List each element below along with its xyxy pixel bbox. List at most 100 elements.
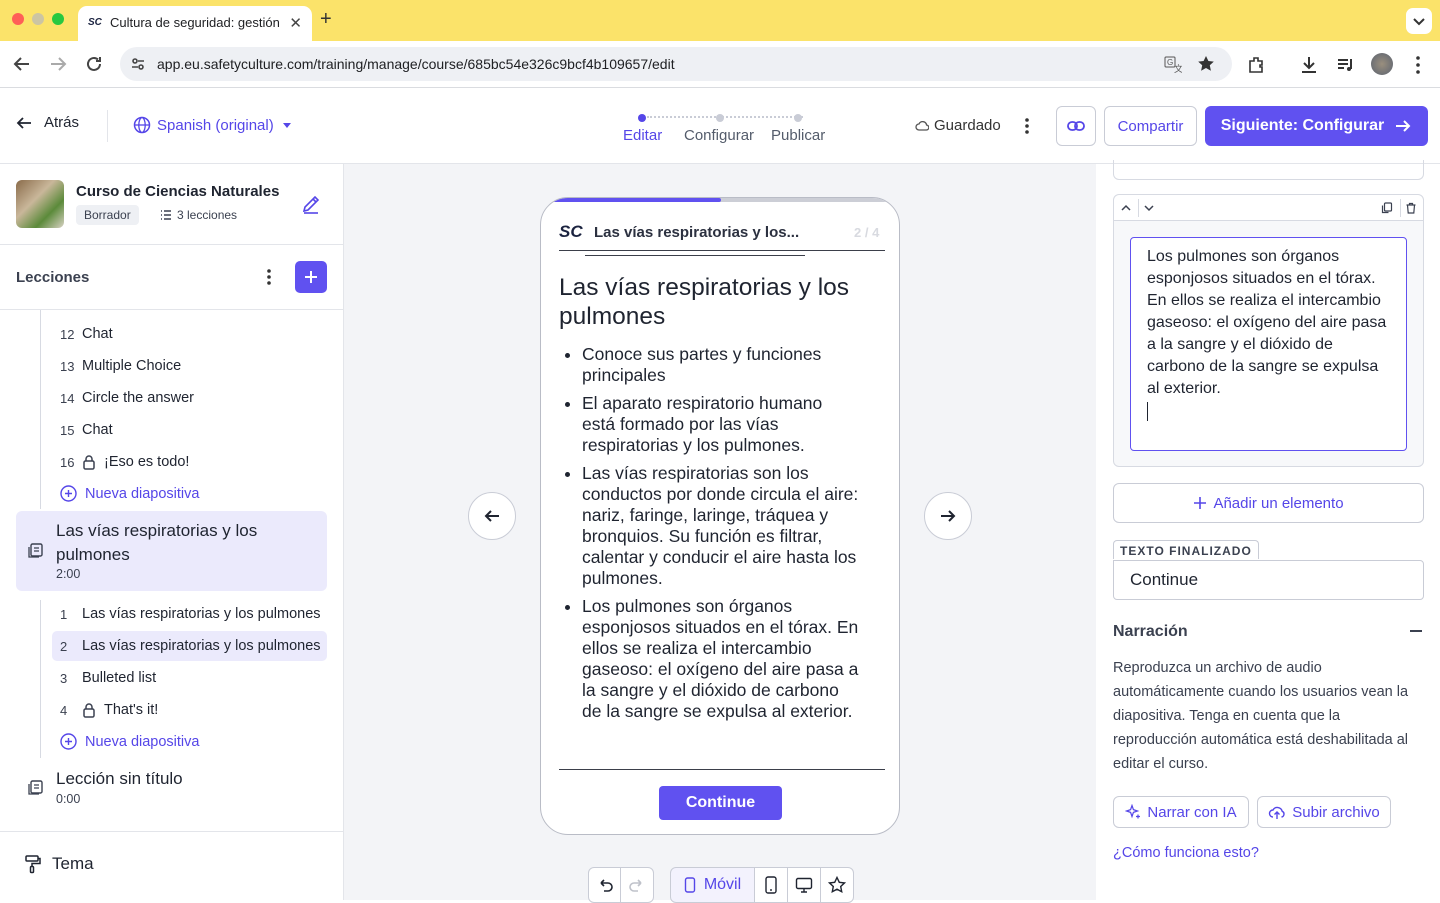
slide-item[interactable]: 15 Chat [52, 415, 327, 445]
link-icon [1067, 121, 1085, 131]
caret-down-icon [282, 123, 291, 128]
slide-label: That's it! [104, 702, 159, 718]
favorite-button[interactable] [820, 867, 854, 903]
bookmark-star-icon[interactable] [1197, 55, 1215, 73]
favicon-icon: SC [88, 17, 102, 28]
list-icon [161, 210, 171, 220]
plus-icon [305, 271, 317, 283]
editor-content: Los pulmones son órganos esponjosos situ… [1147, 248, 1387, 397]
lock-icon [83, 703, 95, 718]
slide-item[interactable]: 16 ¡Eso es todo! [52, 447, 327, 477]
slide-item[interactable]: 4 That's it! [52, 695, 327, 725]
tree-line [40, 310, 41, 509]
narrate-ai-button[interactable]: Narrar con IA [1113, 796, 1249, 828]
undo-button[interactable] [588, 867, 621, 903]
edit-pencil-icon[interactable] [300, 193, 322, 215]
extensions-icon[interactable] [1246, 54, 1268, 76]
trash-icon [1406, 202, 1415, 214]
add-element-button[interactable]: Añadir un elemento [1113, 483, 1424, 523]
text-editor[interactable]: Los pulmones son órganos esponjosos situ… [1130, 237, 1407, 451]
new-slide-button[interactable]: Nueva diapositiva [60, 733, 199, 750]
move-down-button[interactable] [1138, 199, 1158, 217]
narration-description: Reproduzca un archivo de audio automátic… [1113, 660, 1409, 772]
arrow-left-icon [16, 116, 31, 129]
continue-button[interactable]: Continue [659, 786, 782, 820]
media-control-icon[interactable] [1335, 54, 1357, 76]
back-arrow-icon[interactable] [11, 53, 33, 75]
theme-button[interactable]: Tema [24, 854, 94, 874]
delete-button[interactable] [1400, 199, 1420, 217]
profile-avatar-icon[interactable] [1371, 53, 1393, 75]
browser-tab[interactable]: SC Cultura de seguridad: gestión ✕ [78, 6, 312, 41]
how-it-works-link[interactable]: ¿Cómo funciona esto? [1113, 845, 1259, 861]
add-element-label: Añadir un elemento [1213, 494, 1344, 512]
slide-label: Bulleted list [82, 670, 157, 686]
address-bar[interactable]: app.eu.safetyculture.com/training/manage… [120, 47, 1232, 81]
slide-item[interactable]: 3 Bulleted list [52, 663, 327, 693]
stepper-line [647, 116, 803, 118]
step-configurar[interactable]: Configurar [684, 127, 754, 144]
lesson-item-current[interactable]: Las vías respiratorias y los pulmones 2:… [16, 511, 327, 591]
tab-search-button[interactable] [1406, 8, 1432, 34]
language-selector[interactable]: Spanish (original) [133, 116, 294, 134]
tab-close-icon[interactable]: ✕ [289, 14, 302, 32]
bullet-item: El aparato respiratorio humano está form… [582, 393, 859, 456]
preview-header-title: Las vías respiratorias y los... [594, 224, 800, 241]
slide-item[interactable]: 13 Multiple Choice [52, 351, 327, 381]
device-desktop-button[interactable] [787, 867, 821, 903]
new-slide-button[interactable]: Nueva diapositiva [60, 485, 199, 502]
course-title: Curso de Ciencias Naturales [76, 183, 280, 200]
properties-panel: Los pulmones son órganos esponjosos situ… [1097, 160, 1440, 900]
preview-canvas: SC Las vías respiratorias y los... 2 / 4… [344, 164, 1096, 903]
redo-button[interactable] [620, 867, 654, 903]
step-publicar[interactable]: Publicar [771, 127, 825, 144]
previous-slide-button[interactable] [468, 492, 516, 540]
previous-element-card [1113, 160, 1424, 180]
arrow-left-icon [484, 510, 499, 522]
new-slide-label: Nueva diapositiva [85, 485, 200, 502]
bullet-list: Conoce sus partes y funciones principale… [559, 344, 859, 729]
editor-header: Atrás Spanish (original) Editar Configur… [0, 88, 1440, 164]
share-button[interactable]: Compartir [1104, 106, 1197, 146]
more-options-icon[interactable] [1017, 116, 1037, 136]
window-maximize-dot[interactable] [52, 13, 64, 25]
window-close-dot[interactable] [12, 13, 24, 25]
copy-link-button[interactable] [1056, 106, 1096, 146]
back-button[interactable]: Atrás [16, 114, 79, 131]
next-configure-button[interactable]: Siguiente: Configurar [1205, 106, 1428, 146]
upload-file-button[interactable]: Subir archivo [1257, 796, 1391, 828]
sidebar-divider [0, 244, 343, 245]
slide-label: ¡Eso es todo! [104, 454, 190, 470]
slide-item[interactable]: 12 Chat [52, 319, 327, 349]
new-tab-icon[interactable]: + [320, 8, 332, 31]
slide-label: Las vías respiratorias y los pulmones [82, 638, 321, 654]
lesson-item-untitled[interactable]: Lección sin título 0:00 [16, 765, 327, 811]
tab-title: Cultura de seguridad: gestión [110, 15, 280, 30]
reload-icon[interactable] [83, 53, 105, 75]
collapse-minus-icon[interactable] [1410, 630, 1422, 632]
slide-item[interactable]: 1 Las vías respiratorias y los pulmones [52, 599, 327, 629]
window-minimize-dot[interactable] [32, 13, 44, 25]
add-lesson-button[interactable] [295, 261, 327, 293]
next-slide-button[interactable] [924, 492, 972, 540]
forward-arrow-icon[interactable] [47, 53, 69, 75]
download-icon[interactable] [1298, 54, 1320, 76]
duplicate-button[interactable] [1377, 199, 1397, 217]
device-mobile-button[interactable]: Móvil [670, 867, 755, 903]
lessons-more-icon[interactable] [262, 267, 276, 287]
slide-item[interactable]: 14 Circle the answer [52, 383, 327, 413]
lock-icon [83, 455, 95, 470]
browser-menu-icon[interactable] [1407, 54, 1429, 76]
translate-icon[interactable]: G文 [1164, 55, 1182, 73]
finish-text-input[interactable]: Continue [1113, 560, 1424, 600]
svg-text:文: 文 [1174, 63, 1182, 73]
plus-circle-icon [60, 485, 77, 502]
move-up-button[interactable] [1116, 199, 1136, 217]
device-tablet-button[interactable] [754, 867, 788, 903]
site-settings-icon[interactable] [130, 56, 146, 72]
lesson-duration: 0:00 [56, 792, 81, 806]
step-editar[interactable]: Editar [623, 127, 662, 144]
slide-heading: Las vías respiratorias y los pulmones [559, 274, 850, 330]
slide-item-selected[interactable]: 2 Las vías respiratorias y los pulmones [52, 631, 327, 661]
paint-roller-icon [25, 855, 41, 874]
